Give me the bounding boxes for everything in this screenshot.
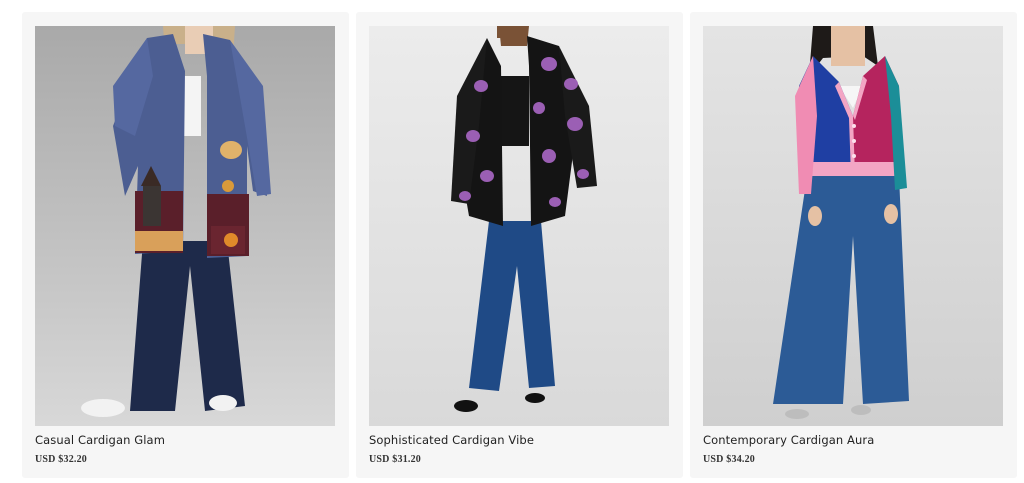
product-image[interactable] — [35, 26, 335, 426]
product-card[interactable]: Contemporary Cardigan Aura USD $34.20 — [690, 12, 1017, 478]
product-image[interactable] — [369, 26, 669, 426]
product-title[interactable]: Contemporary Cardigan Aura — [703, 433, 1003, 447]
product-price: USD $31.20 — [369, 454, 422, 465]
product-card[interactable]: Casual Cardigan Glam USD $32.20 — [22, 12, 349, 478]
product-price: USD $34.20 — [703, 454, 756, 465]
product-title[interactable]: Casual Cardigan Glam — [35, 433, 335, 447]
product-card[interactable]: Sophisticated Cardigan Vibe USD $31.20 — [356, 12, 683, 478]
product-image[interactable] — [703, 26, 1003, 426]
product-title[interactable]: Sophisticated Cardigan Vibe — [369, 433, 669, 447]
product-grid: Casual Cardigan Glam USD $32.20 Sophisti… — [22, 12, 1017, 478]
product-price: USD $32.20 — [35, 454, 88, 465]
